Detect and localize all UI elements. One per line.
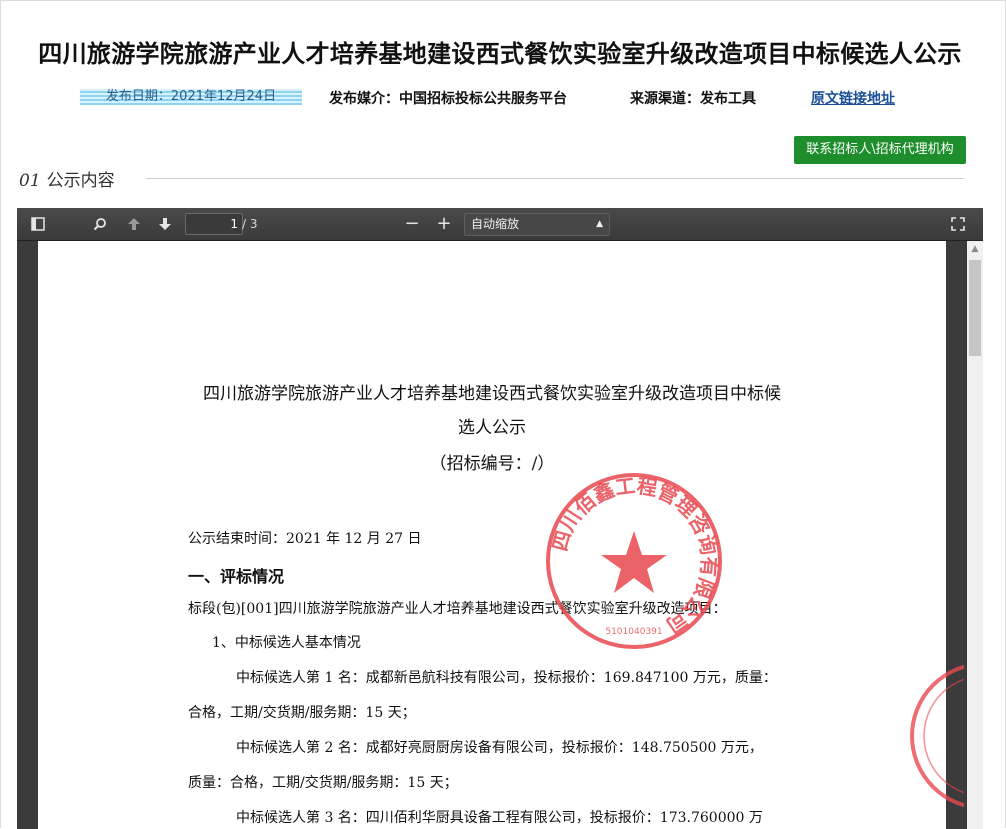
zoom-out-icon[interactable]: −: [402, 208, 422, 240]
next-page-icon[interactable]: [154, 208, 176, 242]
pdf-toolbar: 1 / 3 − + 自动缩放 ▲: [17, 208, 983, 241]
pdf-viewer: 1 / 3 − + 自动缩放 ▲ 四川旅游学院旅游产业人才培养基地建设西式餐饮实…: [17, 208, 983, 829]
pdf-scrollbar-thumb[interactable]: [969, 260, 981, 356]
svg-text:5101040391: 5101040391: [605, 627, 662, 637]
fullscreen-icon[interactable]: [947, 208, 969, 242]
doc-candidate-1b: 合格，工期/交货期/服务期：15 天；: [188, 705, 416, 721]
page-count: / 3: [242, 217, 258, 231]
zoom-in-icon[interactable]: +: [434, 208, 454, 240]
doc-subheading: 1、中标候选人基本情况: [212, 635, 361, 651]
section-header: 01 公示内容: [19, 166, 115, 191]
scroll-up-icon[interactable]: ▲: [967, 242, 983, 256]
source-link[interactable]: 原文链接地址: [811, 88, 895, 108]
doc-bid-number: （招标编号：/）: [429, 454, 555, 474]
page-title: 四川旅游学院旅游产业人才培养基地建设西式餐饮实验室升级改造项目中标候选人公示: [38, 40, 962, 68]
doc-candidate-2b: 质量：合格，工期/交货期/服务期：15 天；: [188, 775, 458, 791]
doc-candidate-1a: 中标候选人第 1 名：成都新邑航科技有限公司，投标报价：169.847100 万…: [236, 670, 777, 686]
zoom-select-value: 自动缩放: [471, 217, 520, 231]
doc-title-line1: 四川旅游学院旅游产业人才培养基地建设西式餐饮实验室升级改造项目中标候: [203, 384, 781, 404]
publish-date: 发布日期：2021年12月24日: [80, 89, 302, 105]
doc-candidate-3a: 中标候选人第 3 名：四川佰利华厨具设备工程有限公司，投标报价：173.7600…: [236, 810, 763, 826]
doc-candidate-2a: 中标候选人第 2 名：成都好亮厨厨房设备有限公司，投标报价：148.750500…: [236, 740, 763, 756]
publish-media: 发布媒介：中国招标投标公共服务平台: [329, 91, 567, 107]
sidebar-toggle-icon[interactable]: [27, 208, 49, 242]
doc-section-heading: 一、评标情况: [188, 567, 285, 586]
contact-tenderer-button[interactable]: 联系招标人\招标代理机构: [794, 136, 966, 164]
pdf-page: 四川旅游学院旅游产业人才培养基地建设西式餐饮实验室升级改造项目中标候 选人公示 …: [38, 241, 964, 829]
previous-page-icon[interactable]: [123, 208, 145, 242]
section-divider: [146, 178, 964, 179]
source-channel: 来源渠道：发布工具: [630, 91, 756, 107]
search-icon[interactable]: [89, 208, 111, 242]
partial-seal-image: [910, 664, 964, 808]
company-seal-image: 四川佰鑫工程管理咨询有限公司 5101040391: [546, 473, 722, 649]
updown-icon: ▲: [596, 219, 603, 229]
doc-end-time: 公示结束时间：2021 年 12 月 27 日: [188, 531, 422, 547]
doc-title-line2: 选人公示: [458, 418, 526, 438]
page-number-input[interactable]: 1: [185, 213, 243, 235]
section-title: 公示内容: [46, 171, 115, 191]
zoom-select[interactable]: 自动缩放 ▲: [464, 213, 610, 236]
section-number: 01: [19, 171, 41, 191]
